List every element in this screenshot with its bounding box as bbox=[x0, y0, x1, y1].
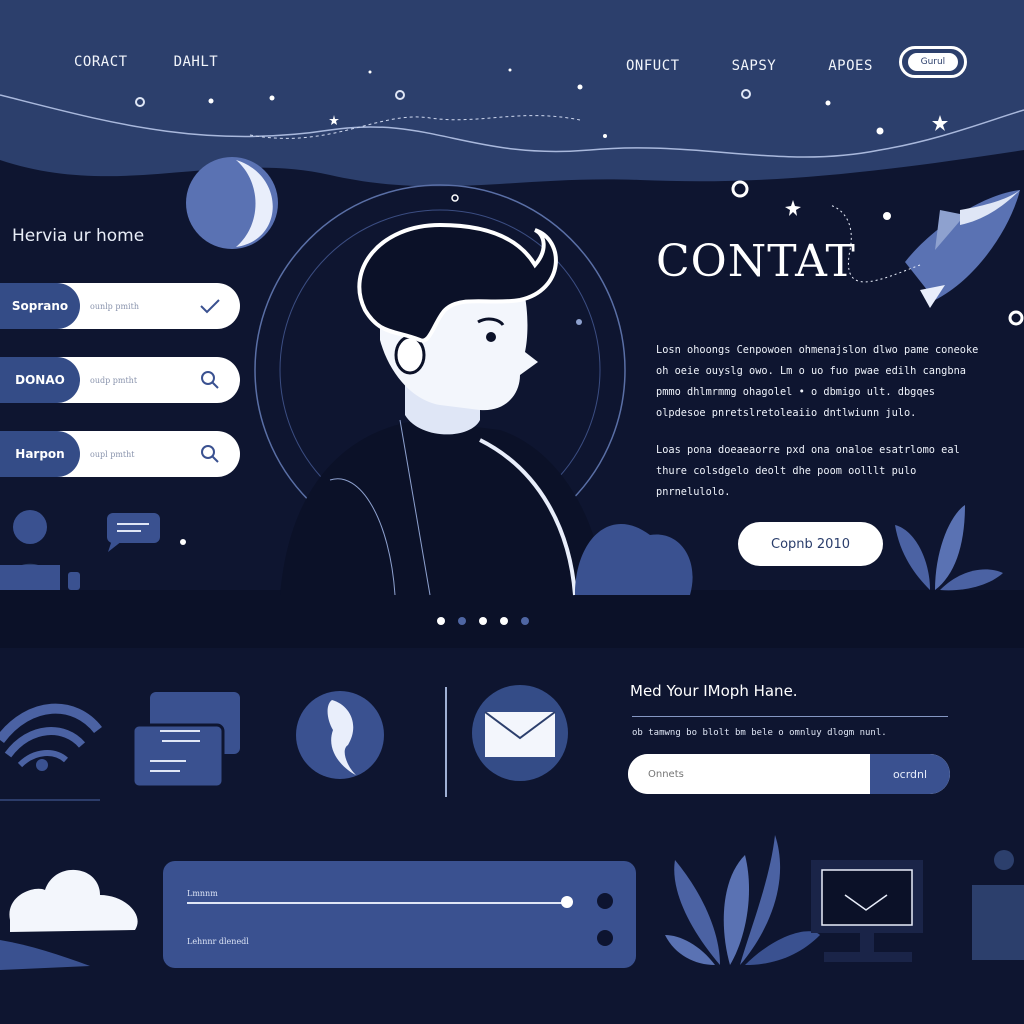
carousel-dot-5[interactable] bbox=[521, 617, 529, 625]
field-3-tag: Harpon bbox=[0, 431, 80, 477]
field-1[interactable]: Soprano ounlp pmith bbox=[0, 283, 240, 329]
field-3[interactable]: Harpon oupl pmtht bbox=[0, 431, 240, 477]
search-icon[interactable] bbox=[198, 442, 222, 466]
field-2-text: oudp pmtht bbox=[90, 375, 138, 385]
slider-label-top: Lmnnm bbox=[187, 889, 218, 898]
carousel-dot-4[interactable] bbox=[500, 617, 508, 625]
field-2[interactable]: DONAO oudp pmtht bbox=[0, 357, 240, 403]
field-1-text: ounlp pmith bbox=[90, 301, 139, 311]
hero-body-paragraph-1: Losn ohoongs Cenpowoen ohmenajslon dlwo … bbox=[656, 344, 979, 419]
newsletter-rule bbox=[632, 716, 948, 717]
newsletter-title: Med Your IMoph Hane. bbox=[630, 682, 798, 700]
hero-body-paragraph-2: Loas pona doeaeaorre pxd ona onaloe esat… bbox=[656, 444, 960, 498]
subscribe-button[interactable]: ocrdnl bbox=[870, 754, 950, 794]
search-icon[interactable] bbox=[198, 368, 222, 392]
email-field[interactable] bbox=[628, 754, 870, 794]
field-3-text: oupl pmtht bbox=[90, 449, 135, 459]
hero-body: Losn ohoongs Cenpowoen ohmenajslon dlwo … bbox=[656, 340, 986, 519]
page: CORACT DAHLT ONFUCT SAPSY APOES Gurul He… bbox=[0, 0, 1024, 1024]
carousel-dots bbox=[437, 617, 529, 625]
carousel-dot-2[interactable] bbox=[458, 617, 466, 625]
field-2-tag: DONAO bbox=[0, 357, 80, 403]
check-icon[interactable] bbox=[198, 294, 222, 318]
field-1-tag: Soprano bbox=[0, 283, 80, 329]
slider-track[interactable] bbox=[187, 902, 567, 904]
subscribe-form: ocrdnl bbox=[628, 754, 950, 794]
section-divider bbox=[445, 687, 447, 797]
newsletter-subtitle: ob tamwng bo blolt bm bele o omnluy dlog… bbox=[632, 728, 887, 738]
hero-left-title: Hervia ur home bbox=[12, 226, 145, 246]
slider-toggle-dot-1[interactable] bbox=[597, 893, 613, 909]
slider-card: Lmnnm Lehnnr dlenedl bbox=[163, 861, 636, 968]
carousel-dot-1[interactable] bbox=[437, 617, 445, 625]
slider-toggle-dot-2[interactable] bbox=[597, 930, 613, 946]
slider-label-bottom: Lehnnr dlenedl bbox=[187, 937, 249, 946]
cta-button[interactable]: Copnb 2010 bbox=[738, 522, 883, 566]
carousel-dot-3[interactable] bbox=[479, 617, 487, 625]
hero-title: CONTAT bbox=[656, 236, 856, 287]
slider-thumb[interactable] bbox=[561, 896, 573, 908]
